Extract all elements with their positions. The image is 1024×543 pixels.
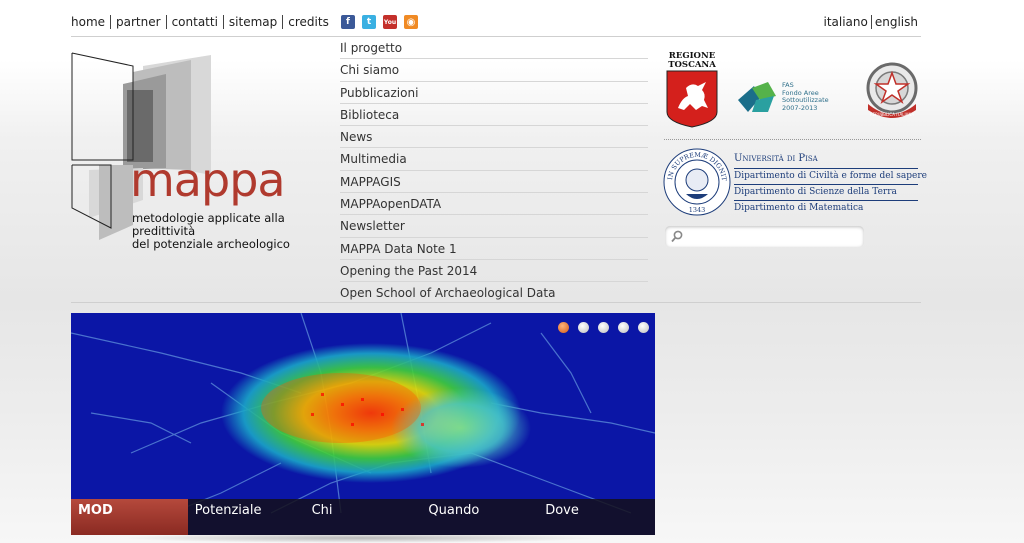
pegasus-shield-icon xyxy=(666,70,718,128)
slider-pagination xyxy=(558,322,649,333)
search-box xyxy=(665,226,864,247)
slider-tab-quando[interactable]: Quando xyxy=(421,499,538,535)
youtube-icon[interactable]: You xyxy=(383,15,397,29)
menu-item-news[interactable]: News xyxy=(340,126,648,149)
dept-scienze-terra-link[interactable]: Dipartimento di Scienze della Terra xyxy=(734,184,918,197)
unipi-name[interactable]: Università di Pisa xyxy=(734,153,818,164)
partners-separator xyxy=(664,139,921,140)
regione-toscana-logo[interactable]: REGIONE TOSCANA xyxy=(666,52,718,132)
regione-line2: TOSCANA xyxy=(668,60,716,70)
menu-item-pubblicazioni[interactable]: Pubblicazioni xyxy=(340,82,648,104)
lang-english-link[interactable]: english xyxy=(870,15,921,29)
logo-wordmark: mappa xyxy=(130,153,286,207)
menu-item-data-note[interactable]: MAPPA Data Note 1 xyxy=(340,238,648,260)
slider-dot-2[interactable] xyxy=(578,322,589,333)
menu-item-newsletter[interactable]: Newsletter xyxy=(340,215,648,238)
image-slider: MOD Potenziale Chi Quando Dove xyxy=(71,313,655,535)
universita-pisa-block: IN SUPREMÆ DIGNITATIS 1343 Università di… xyxy=(660,140,927,222)
repubblica-italiana-emblem[interactable]: REPUBBLICA ITALIANA xyxy=(862,60,922,130)
main-menu: Il progetto Chi siamo Pubblicazioni Bibl… xyxy=(340,37,648,305)
seal-year: 1343 xyxy=(689,206,706,214)
nav-sitemap-link[interactable]: sitemap xyxy=(222,15,282,29)
nav-home-link[interactable]: home xyxy=(71,15,110,29)
slider-tab-chi[interactable]: Chi xyxy=(305,499,422,535)
menu-item-open-school[interactable]: Open School of Archaeological Data xyxy=(340,282,648,304)
top-nav: home partner contatti sitemap credits xyxy=(71,15,334,29)
lang-italiano-link[interactable]: italiano xyxy=(820,15,870,29)
rss-icon[interactable]: ◉ xyxy=(404,15,418,29)
nav-credits-link[interactable]: credits xyxy=(282,15,334,29)
nav-contatti-link[interactable]: contatti xyxy=(165,15,223,29)
dept-matematica-link[interactable]: Dipartimento di Matematica xyxy=(734,200,918,213)
twitter-icon[interactable]: t xyxy=(362,15,376,29)
slider-tabs: MOD Potenziale Chi Quando Dove xyxy=(71,499,655,535)
logo-subtitle-line1: metodologie applicate alla predittività xyxy=(132,211,285,238)
mappa-logo[interactable]: mappa metodologie applicate alla preditt… xyxy=(71,50,332,251)
menu-item-mappagis[interactable]: MAPPAGIS xyxy=(340,171,648,194)
unipi-seal-icon[interactable]: IN SUPREMÆ DIGNITATIS 1343 xyxy=(660,140,731,218)
menu-item-mappaopendata[interactable]: MAPPAopenDATA xyxy=(340,193,648,216)
italian-emblem-icon: REPUBBLICA ITALIANA xyxy=(866,62,918,118)
social-links: f t You ◉ xyxy=(341,15,418,29)
slider-tab-mod[interactable]: MOD xyxy=(71,499,188,535)
slider-dot-4[interactable] xyxy=(618,322,629,333)
search-icon[interactable] xyxy=(671,230,683,243)
nav-partner-link[interactable]: partner xyxy=(110,15,166,29)
menu-item-biblioteca[interactable]: Biblioteca xyxy=(340,104,648,127)
slider-dot-3[interactable] xyxy=(598,322,609,333)
dept-civilta-link[interactable]: Dipartimento di Civiltà e forme del sape… xyxy=(734,168,927,181)
language-switcher: italiano english xyxy=(820,15,921,29)
emblem-ribbon-text: REPUBBLICA ITALIANA xyxy=(870,112,915,117)
slider-tab-potenziale[interactable]: Potenziale xyxy=(188,499,305,535)
menu-item-il-progetto[interactable]: Il progetto xyxy=(340,37,648,60)
menu-item-chi-siamo[interactable]: Chi siamo xyxy=(340,59,648,82)
fas-text: FAS Fondo Aree Sottoutilizzate 2007-2013 xyxy=(782,81,829,112)
menu-item-opening-the-past[interactable]: Opening the Past 2014 xyxy=(340,260,648,283)
logo-subtitle-line2: del potenziale archeologico xyxy=(132,237,290,251)
slider-shadow xyxy=(120,533,600,543)
fas-mark-icon xyxy=(738,82,776,112)
slider-dot-5[interactable] xyxy=(638,322,649,333)
slider-tab-dove[interactable]: Dove xyxy=(538,499,655,535)
menu-item-multimedia[interactable]: Multimedia xyxy=(340,148,648,171)
slider-dot-1[interactable] xyxy=(558,322,569,333)
facebook-icon[interactable]: f xyxy=(341,15,355,29)
fas-logo[interactable]: FAS Fondo Aree Sottoutilizzate 2007-2013 xyxy=(738,81,829,120)
search-input[interactable] xyxy=(685,228,859,246)
fas-line4: 2007-2013 xyxy=(782,103,818,112)
logo-subtitle: metodologie applicate alla predittività … xyxy=(132,212,332,251)
